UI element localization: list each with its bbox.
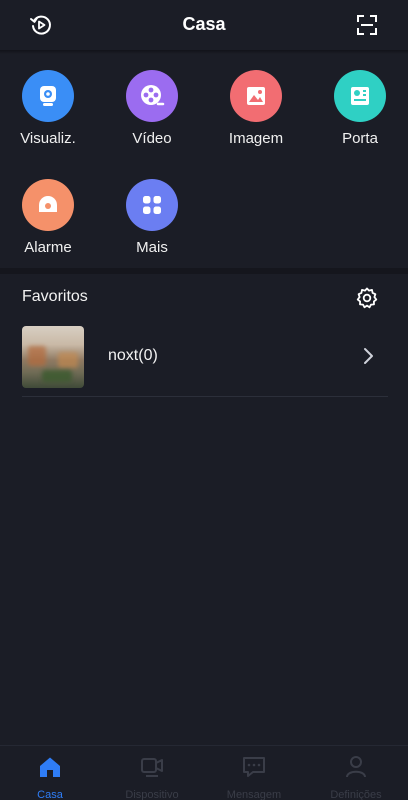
grid-item-video[interactable]: Vídeo: [112, 70, 192, 147]
grid-item-imagem[interactable]: Imagem: [216, 70, 296, 147]
grid-item-porta[interactable]: Porta: [320, 70, 400, 147]
grid-label: Imagem: [228, 130, 284, 147]
scan-icon: [357, 15, 377, 35]
favorites-settings-button[interactable]: [355, 286, 379, 310]
tab-label: Mensagem: [226, 789, 282, 800]
bottom-tab-bar: Casa Dispositivo Mensagem Definições: [0, 745, 408, 800]
top-bar: Casa: [0, 0, 408, 50]
camera-icon: [22, 70, 74, 122]
header-divider: [0, 50, 408, 54]
grid-item-alarme[interactable]: Alarme: [8, 179, 88, 256]
chevron-right-icon: [364, 348, 373, 364]
gear-icon: [356, 287, 378, 309]
door-panel-icon: [334, 70, 386, 122]
grid-item-visualiz[interactable]: Visualiz.: [8, 70, 88, 147]
alarm-icon: [22, 179, 74, 231]
row-divider: [22, 396, 388, 397]
tab-label: Definições: [330, 789, 382, 800]
home-icon: [40, 757, 60, 777]
message-icon: [243, 757, 265, 777]
favorites-title: Favoritos: [22, 288, 88, 305]
tab-casa[interactable]: Casa: [0, 754, 100, 800]
grid-label: Porta: [342, 130, 378, 147]
grid-label: Visualiz.: [20, 130, 76, 147]
film-reel-icon: [126, 70, 178, 122]
tab-label: Casa: [37, 789, 63, 800]
page-title: Casa: [182, 14, 226, 34]
picture-icon: [230, 70, 282, 122]
device-thumbnail: [22, 326, 84, 388]
tab-dispositivo[interactable]: Dispositivo: [102, 754, 202, 800]
grid-item-mais[interactable]: Mais: [112, 179, 192, 256]
section-divider: [0, 268, 408, 274]
favorite-device-row[interactable]: noxt(0): [22, 326, 388, 388]
scan-button[interactable]: [354, 12, 380, 38]
user-icon: [346, 756, 366, 778]
more-apps-icon: [126, 179, 178, 231]
tab-label: Dispositivo: [125, 789, 179, 800]
grid-label: Alarme: [24, 239, 72, 256]
grid-label: Mais: [136, 239, 168, 256]
tab-definicoes[interactable]: Definições: [306, 754, 406, 800]
tab-mensagem[interactable]: Mensagem: [204, 754, 304, 800]
device-name: noxt(0): [108, 347, 158, 364]
device-icon: [141, 758, 163, 777]
grid-label: Vídeo: [132, 130, 172, 147]
